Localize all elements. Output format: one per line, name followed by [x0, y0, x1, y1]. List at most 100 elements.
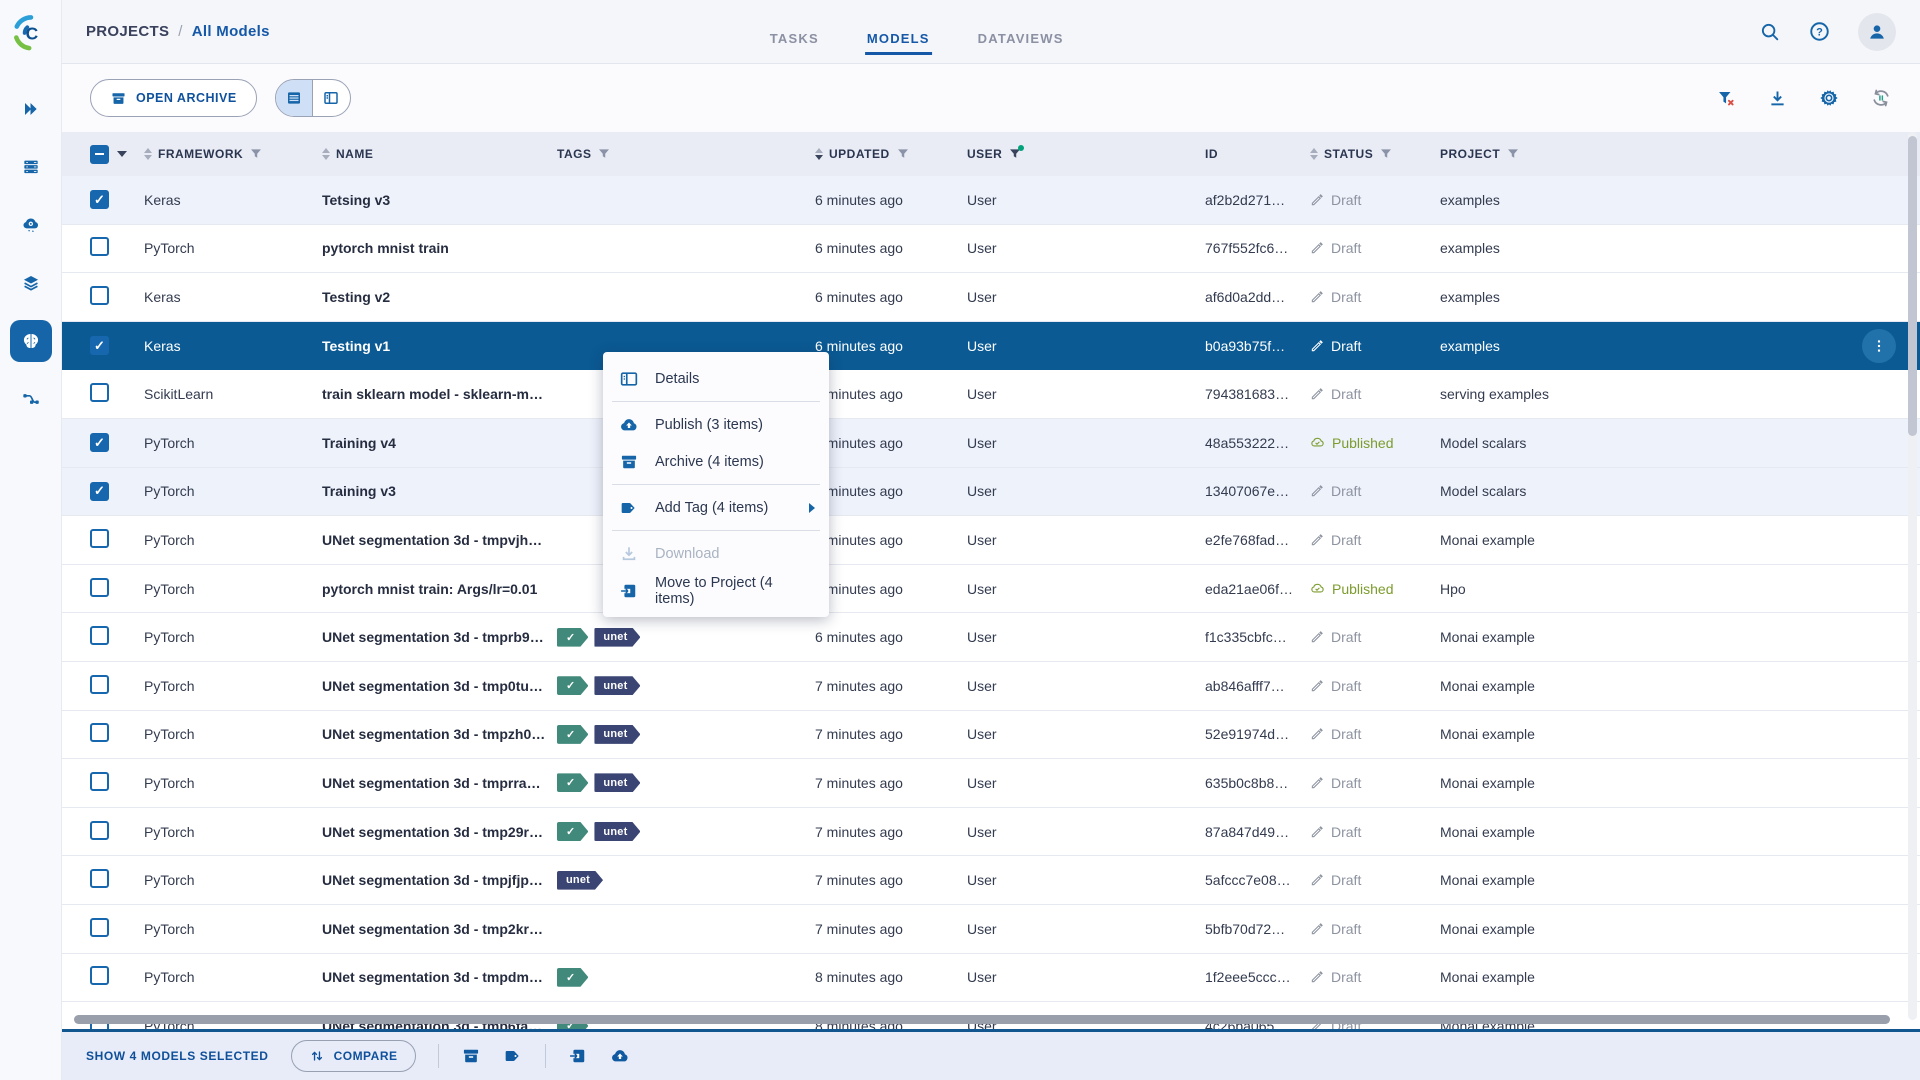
row-checkbox[interactable] [90, 771, 109, 791]
table-row[interactable]: PyTorch UNet segmentation 3d - tmpzh0… ✓… [62, 710, 1920, 760]
footer-move-icon[interactable] [568, 1046, 588, 1066]
search-icon[interactable] [1759, 21, 1781, 43]
row-checkbox[interactable] [90, 820, 109, 840]
cell-name[interactable]: UNet segmentation 3d - tmp2kr0… [322, 921, 557, 937]
row-checkbox[interactable] [90, 528, 109, 548]
filter-icon[interactable] [249, 147, 263, 161]
menu-item-publish[interactable]: Publish (3 items) [603, 406, 829, 443]
row-checkbox[interactable] [90, 869, 109, 889]
column-header-updated[interactable]: UPDATED [815, 147, 967, 161]
sidebar-item-double-chevron[interactable] [10, 88, 52, 130]
sidebar-item-models-brain[interactable] [9, 320, 52, 362]
table-row[interactable]: PyTorch UNet segmentation 3d - tmp2kr0… … [62, 904, 1920, 954]
footer-tag-icon[interactable] [503, 1046, 523, 1066]
filter-icon[interactable] [597, 147, 611, 161]
cell-name[interactable]: pytorch mnist train [322, 240, 557, 256]
row-checkbox[interactable] [90, 237, 109, 257]
breadcrumb-projects[interactable]: PROJECTS [86, 23, 169, 40]
table-row[interactable]: PyTorch UNet segmentation 3d - tmp0tu… ✓… [62, 661, 1920, 711]
auto-refresh-icon[interactable] [1870, 87, 1892, 109]
filter-icon[interactable] [1008, 145, 1025, 161]
cell-name[interactable]: UNet segmentation 3d - tmprb9d… [322, 629, 557, 645]
menu-item-details[interactable]: Details [603, 360, 829, 397]
cell-name[interactable]: Training v4 [322, 435, 557, 451]
cell-name[interactable]: Training v3 [322, 483, 557, 499]
menu-item-move[interactable]: Move to Project (4 items) [603, 572, 829, 609]
select-all-checkbox[interactable] [90, 144, 109, 164]
compare-button[interactable]: COMPARE [290, 1040, 416, 1072]
table-row[interactable]: PyTorch UNet segmentation 3d - tmprb9d… … [62, 613, 1920, 662]
help-icon[interactable]: ? [1808, 20, 1831, 43]
table-row[interactable]: Keras Testing v1 6 minutes ago User b0a9… [62, 321, 1920, 371]
column-header-project[interactable]: PROJECT [1440, 147, 1920, 161]
table-row[interactable]: PyTorch UNet segmentation 3d - tmpjfjpv…… [62, 856, 1920, 905]
column-header-tags[interactable]: TAGS [557, 147, 815, 161]
footer-publish-icon[interactable] [610, 1046, 630, 1066]
breadcrumb-current[interactable]: All Models [192, 23, 270, 40]
vertical-scrollbar-track[interactable] [1908, 132, 1917, 1020]
row-menu-button[interactable] [1862, 328, 1896, 363]
table-row[interactable]: PyTorch pytorch mnist train: Args/lr=0.0… [62, 564, 1920, 614]
table-row[interactable]: PyTorch Training v3 6 minutes ago User 1… [62, 467, 1920, 517]
filter-icon[interactable] [896, 147, 910, 161]
settings-gear-icon[interactable] [1818, 87, 1840, 109]
open-archive-button[interactable]: OPEN ARCHIVE [90, 79, 257, 117]
cell-name[interactable]: Tetsing v3 [322, 192, 557, 208]
row-checkbox[interactable] [90, 285, 109, 305]
tab-dataviews[interactable]: DATAVIEWS [976, 9, 1066, 55]
row-checkbox[interactable] [90, 481, 109, 501]
cell-name[interactable]: UNet segmentation 3d - tmpdm4… [322, 969, 557, 985]
cell-name[interactable]: pytorch mnist train: Args/lr=0.01 [322, 581, 557, 597]
row-checkbox[interactable] [90, 966, 109, 986]
sidebar-item-datasets[interactable] [10, 262, 52, 304]
row-checkbox[interactable] [90, 674, 109, 694]
table-row[interactable]: PyTorch UNet segmentation 3d - tmpdm4… ✓… [62, 953, 1920, 1003]
filter-icon[interactable] [1379, 147, 1393, 161]
vertical-scrollbar-thumb[interactable] [1908, 136, 1917, 436]
user-avatar[interactable] [1858, 12, 1896, 51]
table-view-toggle[interactable] [275, 80, 313, 116]
tab-tasks[interactable]: TASKS [768, 9, 821, 55]
footer-archive-icon[interactable] [461, 1046, 481, 1066]
cell-name[interactable]: Testing v1 [322, 338, 557, 354]
row-checkbox[interactable] [90, 917, 109, 937]
sort-icon[interactable] [322, 148, 330, 160]
cell-name[interactable]: UNet segmentation 3d - tmprrae… [322, 775, 557, 791]
row-checkbox[interactable] [90, 577, 109, 597]
menu-item-add[interactable]: Add Tag (4 items) [603, 489, 829, 526]
column-header-framework[interactable]: FRAMEWORK [144, 147, 322, 161]
column-header-user[interactable]: USER [967, 145, 1205, 161]
sort-icon[interactable] [1310, 148, 1318, 160]
cell-name[interactable]: UNet segmentation 3d - tmpzh0… [322, 726, 557, 742]
clear-filters-icon[interactable] [1716, 88, 1737, 109]
tab-models[interactable]: MODELS [864, 9, 932, 55]
cell-name[interactable]: UNet segmentation 3d - tmpjfjpv… [322, 872, 557, 888]
card-view-toggle[interactable] [312, 80, 350, 116]
row-checkbox[interactable] [90, 336, 109, 356]
cell-name[interactable]: Testing v2 [322, 289, 557, 305]
sidebar-item-pipelines[interactable] [10, 378, 52, 420]
column-header-status[interactable]: STATUS [1310, 147, 1440, 161]
table-row[interactable]: PyTorch pytorch mnist train 6 minutes ag… [62, 224, 1920, 274]
sort-icon[interactable] [815, 148, 823, 160]
row-checkbox[interactable] [90, 190, 109, 210]
cell-name[interactable]: UNet segmentation 3d - tmp0tu… [322, 678, 557, 694]
selection-menu-caret-icon[interactable] [117, 151, 127, 157]
sidebar-item-workers-queues[interactable] [10, 146, 52, 188]
cell-name[interactable]: UNet segmentation 3d - tmpvjhyl… [322, 532, 557, 548]
sidebar-item-cloud-run[interactable] [10, 204, 52, 246]
row-checkbox[interactable] [90, 626, 109, 646]
column-header-name[interactable]: NAME [322, 147, 557, 161]
row-checkbox[interactable] [90, 433, 109, 453]
row-checkbox[interactable] [90, 383, 109, 403]
table-row[interactable]: PyTorch UNet segmentation 3d - tmp29rf… … [62, 807, 1920, 857]
table-row[interactable]: ScikitLearn train sklearn model - sklear… [62, 370, 1920, 419]
clearml-logo[interactable]: C [0, 0, 61, 66]
menu-item-archive[interactable]: Archive (4 items) [603, 443, 829, 480]
table-row[interactable]: PyTorch Training v4 6 minutes ago User 4… [62, 418, 1920, 468]
cell-name[interactable]: train sklearn model - sklearn-mo… [322, 386, 557, 402]
table-row[interactable]: PyTorch UNet segmentation 3d - tmprrae… … [62, 759, 1920, 808]
horizontal-scrollbar[interactable] [74, 1015, 1890, 1024]
download-icon[interactable] [1767, 88, 1788, 109]
column-header-id[interactable]: ID [1205, 147, 1310, 161]
